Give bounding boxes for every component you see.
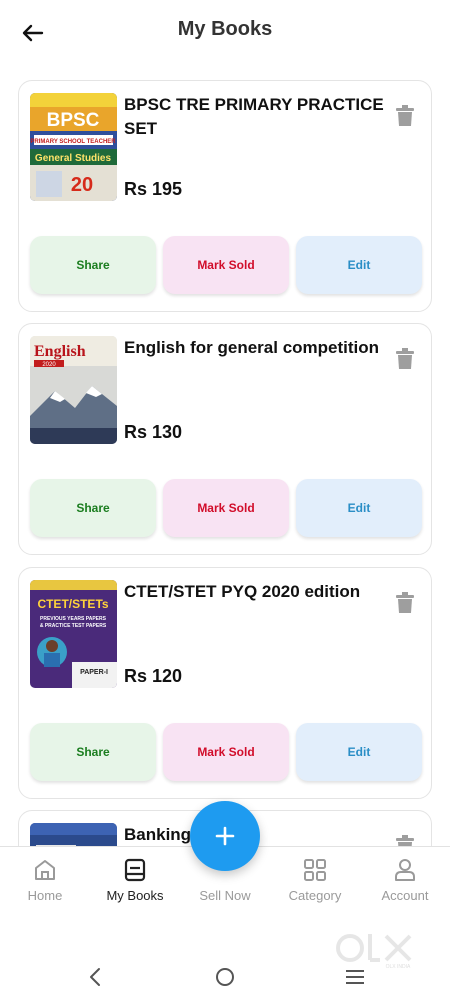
system-menu-icon[interactable] [344, 966, 366, 988]
page-title: My Books [177, 18, 273, 40]
nav-account-label: Account [381, 888, 429, 903]
cover-line1-text: PREVIOUS YEARS PAPERS [40, 616, 107, 622]
book-icon [124, 858, 146, 882]
cover-paper-text: PAPER-I [80, 669, 108, 676]
book-cover-image[interactable]: BPSC PRIMARY SCHOOL TEACHER General Stud… [30, 93, 117, 201]
book-price: Rs 130 [124, 422, 183, 442]
cover-line2-text: & PRACTICE TEST PAPERS [40, 623, 107, 629]
share-button[interactable]: Share [30, 723, 156, 781]
mark-sold-button[interactable]: Mark Sold [163, 723, 289, 781]
book-card: CTET/STETs PREVIOUS YEARS PAPERS & PRACT… [18, 567, 432, 799]
book-price: Rs 120 [124, 666, 183, 686]
trash-icon [396, 105, 414, 126]
trash-icon [396, 592, 414, 613]
edit-button[interactable]: Edit [296, 479, 422, 537]
book-actions: Share Mark Sold Edit [30, 479, 422, 537]
book-cover-image[interactable]: CTET/STETs PREVIOUS YEARS PAPERS & PRACT… [30, 580, 117, 688]
nav-category-label: Category [288, 888, 342, 903]
edit-button[interactable]: Edit [296, 723, 422, 781]
book-cover-image[interactable]: English 2020 [30, 336, 117, 444]
plus-icon [215, 826, 235, 846]
system-home-icon[interactable] [214, 966, 236, 988]
mark-sold-button[interactable]: Mark Sold [163, 236, 289, 294]
cover-title-text: English [34, 343, 86, 360]
delete-button[interactable] [395, 105, 417, 129]
book-actions: Share Mark Sold Edit [30, 236, 422, 294]
watermark-text: OLX INDIA [386, 964, 411, 970]
book-card: English 2020 English for general competi… [18, 323, 432, 555]
nav-home-label: Home [27, 888, 63, 903]
app-header: My Books [0, 0, 450, 64]
cover-year-text: 2020 [42, 362, 56, 368]
cover-subtitle-text: PRIMARY SCHOOL TEACHER [30, 139, 116, 145]
home-icon [35, 860, 55, 880]
nav-my-books-label: My Books [106, 888, 164, 903]
cover-title-text: CTET/STETs [37, 597, 108, 611]
nav-my-books[interactable]: My Books [90, 857, 180, 903]
book-title[interactable]: CTET/STET PYQ 2020 edition [124, 580, 384, 604]
edit-button[interactable]: Edit [296, 236, 422, 294]
nav-account[interactable]: Account [360, 857, 450, 903]
book-price: Rs 195 [124, 179, 183, 199]
user-icon [395, 859, 415, 881]
share-button[interactable]: Share [30, 236, 156, 294]
nav-sell-now-label: Sell Now [199, 888, 251, 903]
book-actions: Share Mark Sold Edit [30, 723, 422, 781]
grid-icon [304, 859, 326, 881]
olx-watermark-logo: OLX INDIA [336, 934, 412, 970]
share-button[interactable]: Share [30, 479, 156, 537]
system-back-icon[interactable] [87, 966, 103, 988]
book-title[interactable]: English for general competition [124, 336, 384, 360]
mark-sold-button[interactable]: Mark Sold [163, 479, 289, 537]
trash-icon [396, 348, 414, 369]
delete-button[interactable] [395, 592, 417, 616]
cover-number-text: 20 [71, 174, 93, 196]
nav-category[interactable]: Category [270, 857, 360, 903]
cover-title-text: BPSC [47, 110, 100, 131]
nav-home[interactable]: Home [0, 857, 90, 903]
delete-button[interactable] [395, 348, 417, 372]
cover-subject-text: General Studies [35, 153, 112, 164]
book-card: BPSC PRIMARY SCHOOL TEACHER General Stud… [18, 80, 432, 312]
sell-now-fab[interactable] [190, 801, 260, 871]
book-title[interactable]: BPSC TRE PRIMARY PRACTICE SET [124, 93, 384, 141]
